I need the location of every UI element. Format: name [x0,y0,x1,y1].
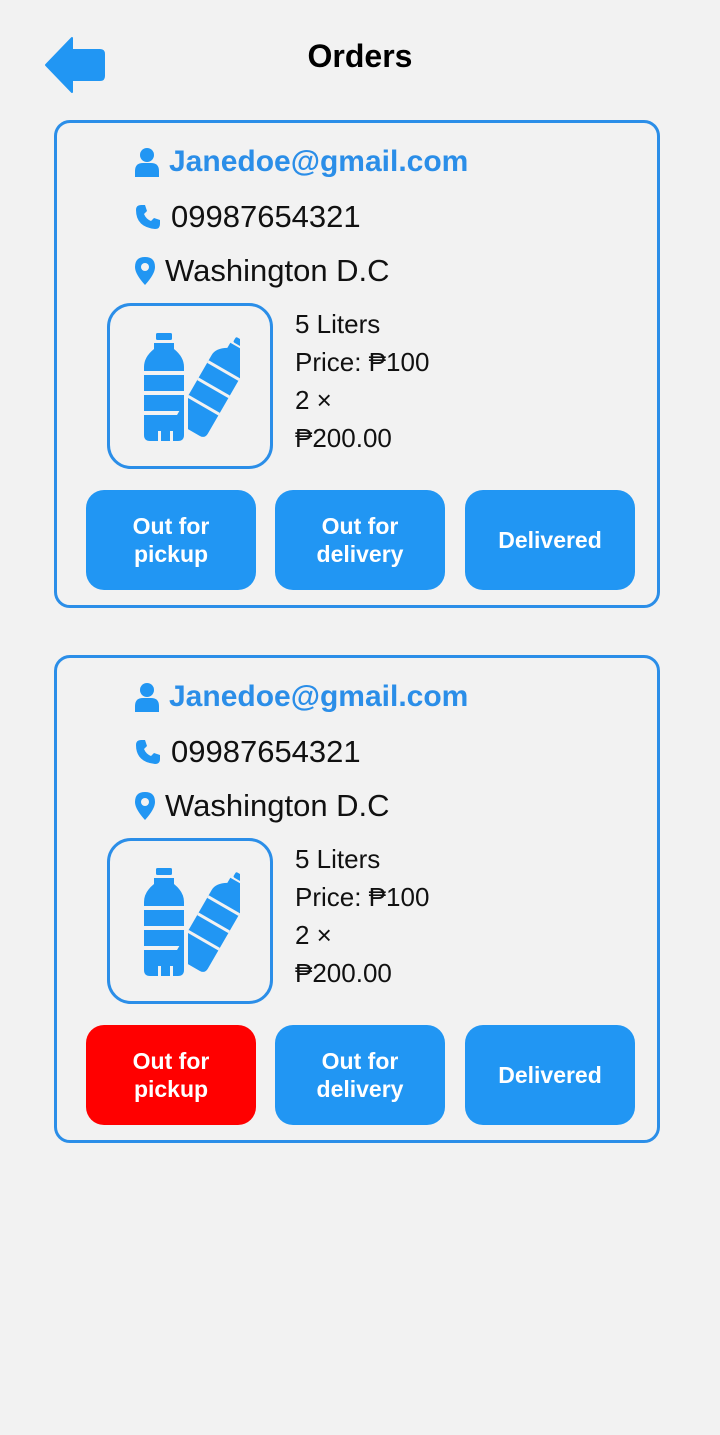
customer-address: Washington D.C [165,788,390,823]
phone-icon [135,204,161,230]
customer-email-row: Janedoe@gmail.com [135,145,468,179]
delivered-button[interactable]: Delivered [465,1025,635,1125]
out-for-pickup-button[interactable]: Out for pickup [86,490,256,590]
customer-address-row: Washington D.C [135,788,390,824]
customer-phone[interactable]: 09987654321 [171,199,361,235]
product-price: Price: ₱100 [295,882,430,912]
phone-icon [135,739,161,765]
product-image [107,838,273,1004]
user-icon [135,147,159,177]
customer-email[interactable]: Janedoe@gmail.com [169,680,468,714]
customer-email[interactable]: Janedoe@gmail.com [169,145,468,179]
customer-address-row: Washington D.C [135,253,390,289]
app-header: Orders [0,0,720,115]
delivered-button[interactable]: Delivered [465,490,635,590]
customer-phone[interactable]: 09987654321 [171,734,361,770]
order-card: Janedoe@gmail.com 09987654321 Washington… [54,120,660,608]
user-icon [135,682,159,712]
out-for-pickup-button[interactable]: Out for pickup [86,1025,256,1125]
water-bottle-icon [144,331,240,445]
map-pin-icon [135,792,155,820]
order-card: Janedoe@gmail.com 09987654321 Washington… [54,655,660,1143]
product-quantity: 2 × [295,920,332,950]
out-for-delivery-button[interactable]: Out for delivery [275,490,445,590]
product-total: ₱200.00 [295,423,392,453]
product-total: ₱200.00 [295,958,392,988]
map-pin-icon [135,257,155,285]
customer-email-row: Janedoe@gmail.com [135,680,468,714]
customer-address: Washington D.C [165,253,390,288]
product-details: 5 Liters Price: ₱100 2 × ₱200.00 [295,840,429,992]
out-for-delivery-button[interactable]: Out for delivery [275,1025,445,1125]
page-title: Orders [307,38,413,74]
customer-phone-row: 09987654321 [135,734,361,770]
product-details: 5 Liters Price: ₱100 2 × ₱200.00 [295,305,429,457]
customer-phone-row: 09987654321 [135,199,361,235]
status-button-row: Out for pickup Out for delivery Delivere… [86,1025,636,1125]
product-price: Price: ₱100 [295,347,430,377]
product-volume: 5 Liters [295,844,381,874]
water-bottle-icon [144,866,240,980]
product-volume: 5 Liters [295,309,381,339]
product-quantity: 2 × [295,385,332,415]
product-image [107,303,273,469]
status-button-row: Out for pickup Out for delivery Delivere… [86,490,636,590]
